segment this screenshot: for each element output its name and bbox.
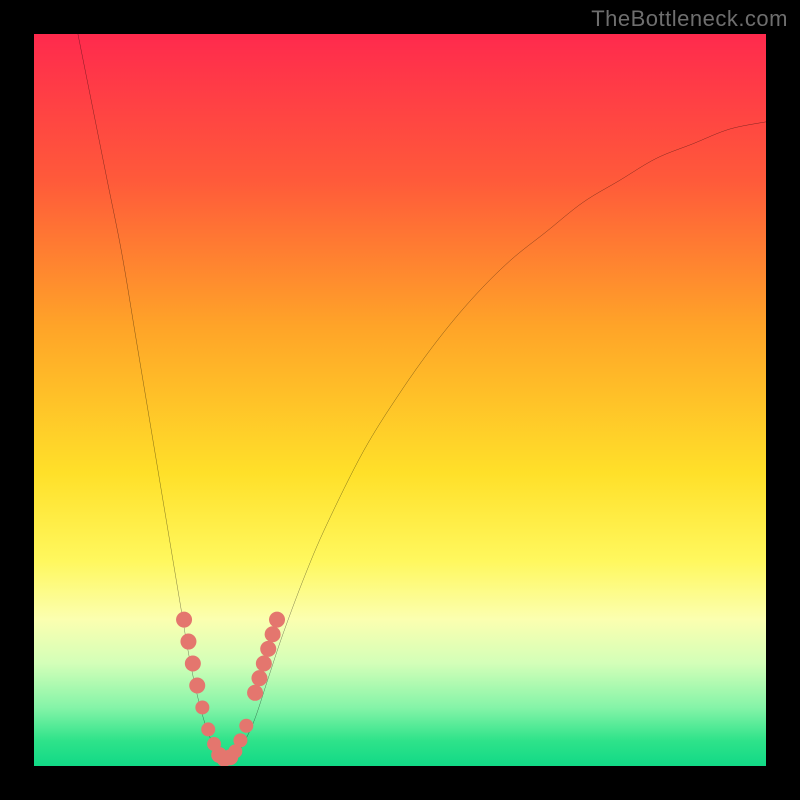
highlight-dot bbox=[247, 685, 263, 701]
highlight-dot bbox=[251, 670, 267, 686]
highlight-dot bbox=[256, 656, 272, 672]
highlight-dot bbox=[201, 722, 215, 736]
highlight-dot bbox=[189, 677, 205, 693]
bottleneck-curve bbox=[78, 34, 766, 760]
highlight-dot bbox=[185, 656, 201, 672]
curve-layer bbox=[34, 34, 766, 766]
plot-area bbox=[34, 34, 766, 766]
chart-stage: TheBottleneck.com bbox=[0, 0, 800, 800]
watermark-text: TheBottleneck.com bbox=[591, 6, 788, 32]
highlight-dots-group bbox=[176, 612, 285, 766]
highlight-dot bbox=[180, 634, 196, 650]
highlight-dot bbox=[269, 612, 285, 628]
highlight-dot bbox=[239, 719, 253, 733]
highlight-dot bbox=[176, 612, 192, 628]
highlight-dot bbox=[260, 641, 276, 657]
highlight-dot bbox=[265, 626, 281, 642]
highlight-dot bbox=[233, 733, 247, 747]
highlight-dot bbox=[195, 700, 209, 714]
